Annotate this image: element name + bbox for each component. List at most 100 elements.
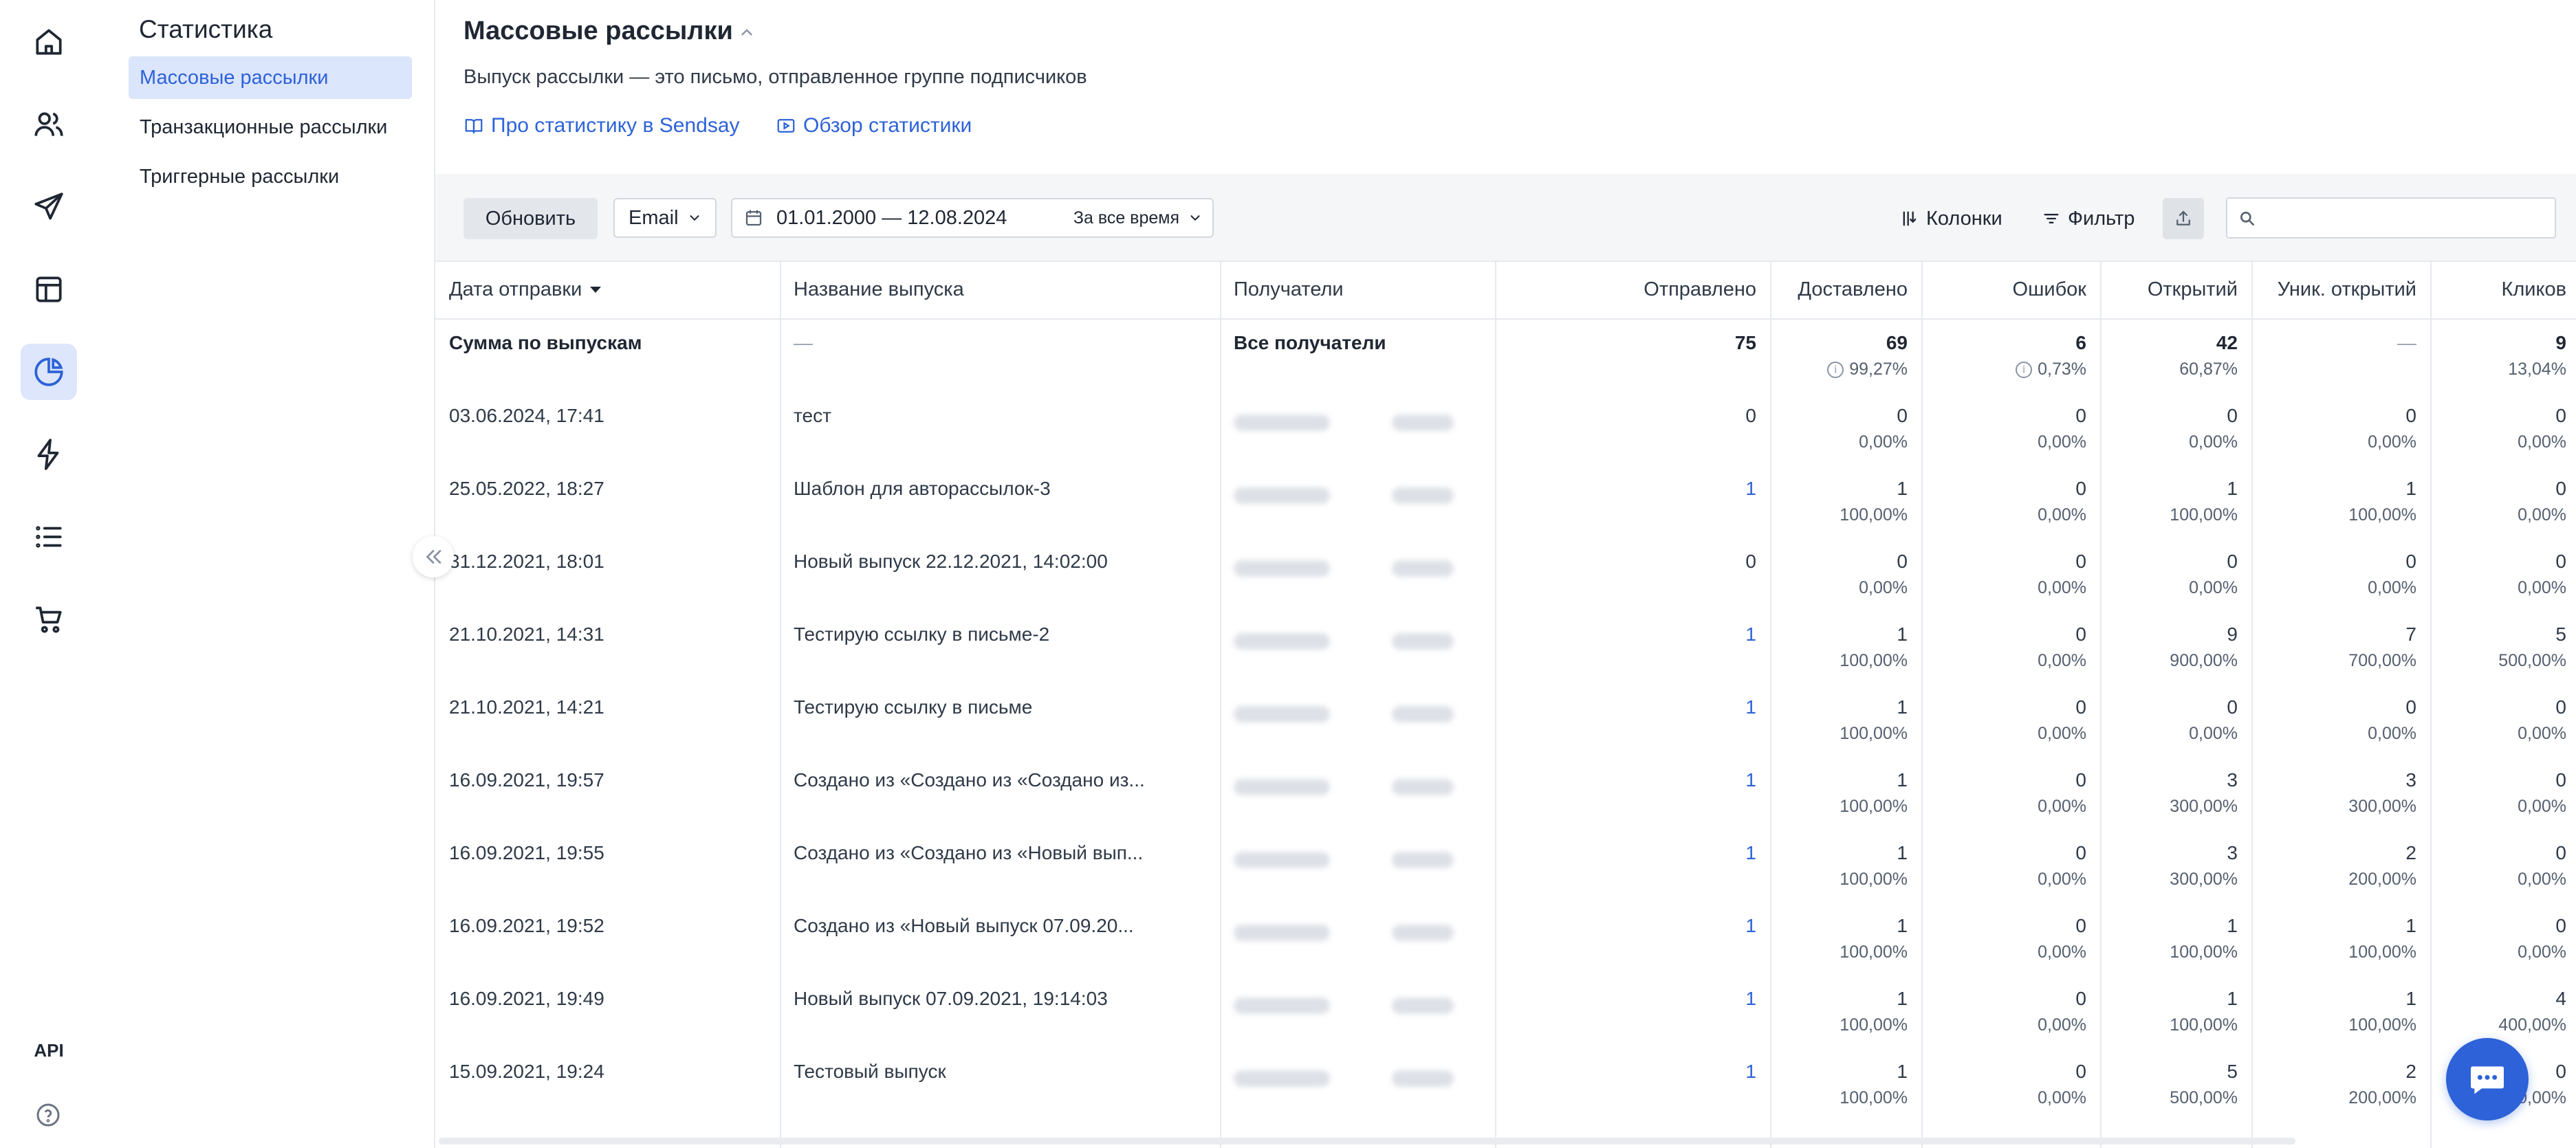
collapse-sidebar-button[interactable] [413,536,454,577]
nav-ecommerce[interactable] [21,591,77,648]
help-circle-icon[interactable] [34,1101,62,1129]
api-link[interactable]: API [21,1030,77,1071]
summary-errors: 6 [2075,332,2086,353]
nav-home[interactable] [21,14,77,70]
table-row[interactable]: 16.09.2021, 19:55 Создано из «Создано из … [435,830,2576,903]
date-value: 25.05.2022, 18:27 [449,478,604,499]
name-value[interactable]: Новый выпуск 22.12.2021, 14:02:00 [794,551,1108,573]
clicks-cell: 0 0,00% [2430,393,2576,465]
clicks-cell: 0 0,00% [2430,538,2576,611]
date-range-picker[interactable]: 01.01.2000 — 12.08.2024 За все время [731,198,1214,238]
subnav-item-label: Транзакционные рассылки [140,115,388,138]
errors-cell: 0 0,00% [1921,757,2100,830]
export-button[interactable] [2163,198,2204,239]
name-value[interactable]: Тестирую ссылку в письме [794,696,1032,718]
filter-button[interactable]: Фильтр [2042,198,2135,239]
clicks-cell: 5 500,00% [2430,611,2576,684]
opens-cell: 3 300,00% [2100,757,2251,830]
mailings-table: Дата отправки Название выпуска Получател… [435,261,2576,1148]
video-link[interactable]: Обзор статистики [776,114,972,137]
column-header-clicks[interactable]: Кликов [2430,261,2576,318]
column-header-unique-opens[interactable]: Уник. открытий [2251,261,2430,318]
delivered-cell: 0 0,00% [1770,393,1921,465]
name-value[interactable]: Новый выпуск 07.09.2021, 19:14:03 [794,988,1108,1010]
chevron-up-icon[interactable] [738,23,756,41]
column-header-sent[interactable]: Отправлено [1495,261,1770,318]
opens-value: 0 [2227,405,2238,426]
name-value[interactable]: Тестирую ссылку в письме-2 [794,623,1049,645]
sent-cell: 1 [1495,830,1770,903]
clicks-value: 0 [2555,551,2566,572]
unique-opens-pct: 300,00% [2348,797,2416,816]
unique-opens-value: 0 [2405,551,2416,572]
nav-lists[interactable] [21,509,77,565]
table-row[interactable]: 21.10.2021, 14:21 Тестирую ссылку в письм… [435,684,2576,757]
table-row[interactable]: 31.12.2021, 18:01 Новый выпуск 22.12.2021… [435,538,2576,611]
subnav-item-transactional[interactable]: Транзакционные рассылки [129,106,412,148]
nav-statistics[interactable] [21,344,77,400]
table-row[interactable]: 16.09.2021, 19:49 Новый выпуск 07.09.2021… [435,975,2576,1048]
column-header-errors[interactable]: Ошибок [1921,261,2100,318]
recipients-cell [1220,757,1495,830]
nav-users[interactable] [21,96,77,153]
name-value[interactable]: Тестовый выпуск [794,1061,946,1083]
column-header-recipients[interactable]: Получатели [1234,261,1495,318]
subnav-item-trigger[interactable]: Триггерные рассылки [129,155,412,198]
recipients-cell [1220,538,1495,611]
search-input[interactable] [2263,203,2548,234]
summary-opens: 42 [2216,332,2238,353]
docs-link[interactable]: Про статистику в Sendsay [463,114,740,137]
column-header-date[interactable]: Дата отправки [449,261,779,318]
nav-campaigns[interactable] [21,179,77,235]
redacted-recipient [1234,852,1330,868]
errors-pct: 0,00% [2038,432,2086,452]
table-row[interactable]: 16.09.2021, 19:52 Создано из «Новый выпус… [435,903,2576,975]
opens-pct: 100,00% [2170,1015,2238,1035]
name-value[interactable]: Создано из «Создано из «Новый вып... [794,842,1143,864]
errors-value: 0 [2075,915,2086,936]
date-value: 16.09.2021, 19:55 [449,842,604,863]
name-value[interactable]: тест [794,405,831,427]
delivered-pct: 100,00% [1840,505,1908,525]
refresh-button[interactable]: Обновить [463,198,598,239]
column-header-opens[interactable]: Открытий [2100,261,2251,318]
channel-select[interactable]: Email [613,198,717,238]
info-icon[interactable]: i [2016,362,2033,379]
period-select[interactable]: За все время [1073,208,1203,228]
delivered-value: 1 [1897,842,1908,863]
horizontal-scrollbar[interactable] [439,1138,2295,1145]
errors-value: 0 [2075,551,2086,572]
opens-pct: 0,00% [2189,724,2238,743]
name-value[interactable]: Создано из «Новый выпуск 07.09.20... [794,915,1134,937]
redacted-recipient [1234,560,1330,577]
delivered-cell: 0 0,00% [1770,538,1921,611]
subnav-item-mass-mailings[interactable]: Массовые рассылки [129,56,412,99]
column-header-name[interactable]: Название выпуска [794,261,1220,318]
table-row[interactable]: 03.06.2024, 17:41 тест 0 0 0,00% 0 0,00% 0 0,00%… [435,393,2576,465]
columns-button[interactable]: Колонки [1900,198,2002,239]
nav-automation[interactable] [21,426,77,483]
opens-value: 9 [2227,623,2238,645]
date-value: 21.10.2021, 14:31 [449,623,604,645]
sent-cell: 1 [1495,465,1770,538]
name-value[interactable]: Шаблон для авторассылок-3 [794,478,1051,500]
table-row[interactable]: 15.09.2021, 19:24 Тестовый выпуск 1 1 100,00… [435,1048,2576,1121]
search-field[interactable] [2226,197,2556,239]
opens-pct: 100,00% [2170,505,2238,525]
table-row[interactable]: 16.09.2021, 19:57 Создано из «Создано из … [435,757,2576,830]
table-row[interactable]: 21.10.2021, 14:31 Тестирую ссылку в письм… [435,611,2576,684]
delivered-cell: 1 100,00% [1770,1048,1921,1121]
table-row[interactable]: 25.05.2022, 18:27 Шаблон для авторассылок… [435,465,2576,538]
opens-pct: 300,00% [2170,797,2238,816]
nav-templates[interactable] [21,261,77,318]
name-value[interactable]: Создано из «Создано из «Создано из... [794,769,1145,791]
unique-opens-pct: 0,00% [2368,578,2416,597]
unique-opens-pct: 700,00% [2348,651,2416,670]
table-header: Дата отправки Название выпуска Получател… [435,261,2576,320]
errors-value: 0 [2075,769,2086,791]
chat-button[interactable] [2446,1038,2529,1121]
info-icon[interactable]: i [1827,362,1844,379]
column-header-delivered[interactable]: Доставлено [1770,261,1921,318]
errors-value: 0 [2075,988,2086,1009]
opens-cell: 5 500,00% [2100,1048,2251,1121]
